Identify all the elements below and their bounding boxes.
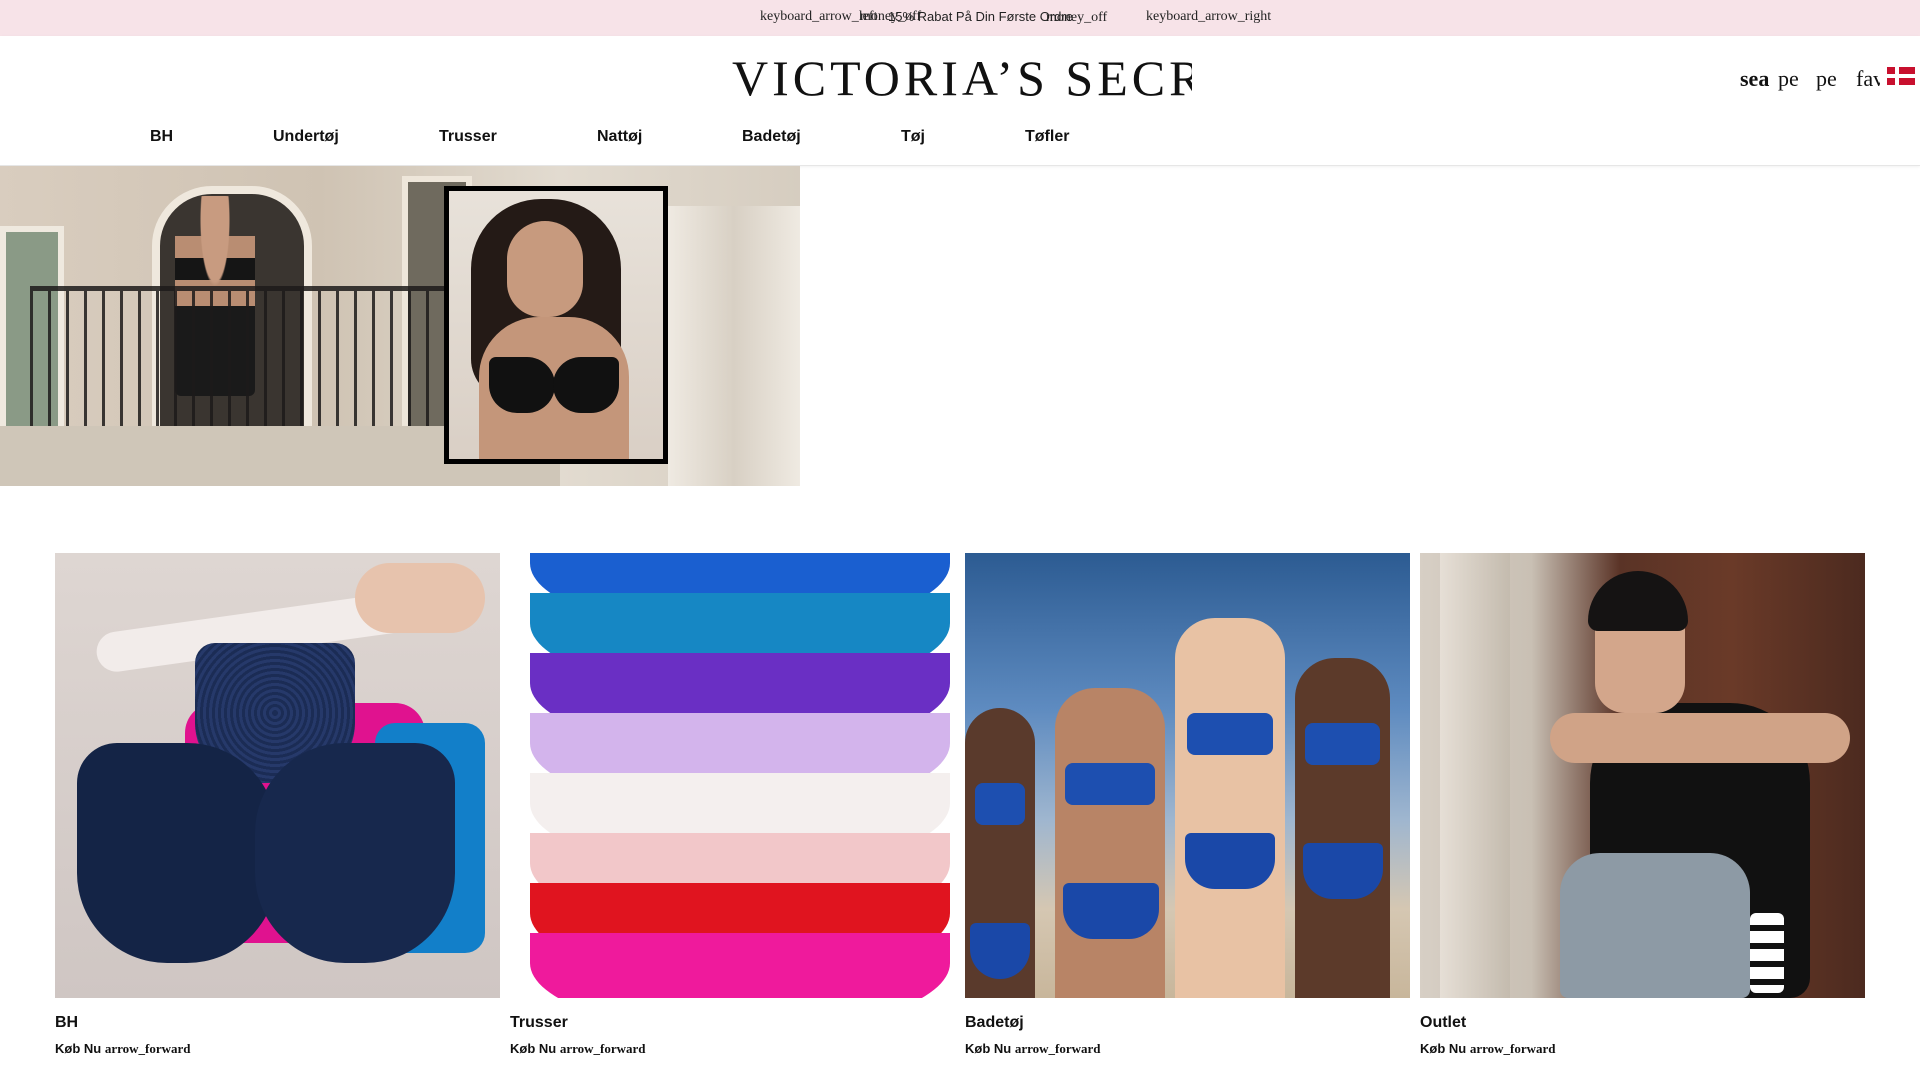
bikini-top-1 xyxy=(975,783,1025,825)
nav-item-nattoj[interactable]: Nattøj xyxy=(597,128,642,146)
shop-now-link[interactable]: Køb Nu arrow_forward xyxy=(510,1041,646,1057)
nav-item-undertoj[interactable]: Undertøj xyxy=(273,128,339,146)
arrow-forward-icon: arrow_forward xyxy=(559,1041,646,1056)
arrow-forward-icon: arrow_forward xyxy=(1469,1041,1556,1056)
hero-column xyxy=(668,206,800,486)
nav-item-toj[interactable]: Tøj xyxy=(901,128,925,146)
inset-bra-cup-left xyxy=(489,357,555,413)
category-title[interactable]: Badetøj xyxy=(965,1014,1024,1032)
model-4 xyxy=(1295,658,1390,998)
bikini-bottom-2 xyxy=(1063,883,1159,939)
bikini-top-4 xyxy=(1305,723,1380,765)
nav-item-bh[interactable]: BH xyxy=(150,128,173,146)
category-image-badetoj[interactable] xyxy=(965,553,1410,998)
shop-now-label: Køb Nu xyxy=(1420,1041,1467,1056)
brand-logo[interactable]: VICTORIA’S SECRET xyxy=(732,50,1192,106)
shop-now-link[interactable]: Køb Nu arrow_forward xyxy=(55,1041,191,1057)
promo-next-arrow[interactable]: keyboard_arrow_right xyxy=(1146,9,1271,25)
stone-column xyxy=(1440,553,1510,998)
category-title[interactable]: Trusser xyxy=(510,1014,568,1032)
category-title[interactable]: Outlet xyxy=(1420,1014,1466,1032)
hand xyxy=(355,563,485,633)
bikini-bottom-4 xyxy=(1303,843,1383,899)
category-image-bh[interactable] xyxy=(55,553,500,998)
category-image-outlet[interactable] xyxy=(1420,553,1865,998)
striped-sock xyxy=(1750,913,1784,993)
inset-bra-cup-right xyxy=(553,357,619,413)
inset-face xyxy=(507,221,583,317)
main-nav: BH Undertøj Trusser Nattøj Badetøj Tøj T… xyxy=(0,128,1920,158)
bikini-bottom-3 xyxy=(1185,833,1275,889)
hero-balcony-railing xyxy=(30,286,450,426)
bikini-top-2 xyxy=(1065,763,1155,805)
person-icon[interactable]: pe xyxy=(1778,64,1804,94)
hero-inset-photo xyxy=(444,186,668,464)
panty-magenta xyxy=(530,933,950,998)
nav-item-badetoj[interactable]: Badetøj xyxy=(742,128,801,146)
money-off-icon-2: money_off xyxy=(1046,10,1108,25)
navy-cup-right xyxy=(255,743,455,963)
navy-cup-left xyxy=(77,743,277,963)
tote-bag xyxy=(1560,853,1750,998)
arrow-forward-icon: arrow_forward xyxy=(104,1041,191,1056)
shop-now-label: Køb Nu xyxy=(510,1041,557,1056)
promo-bar: keyboard_arrow_left money_off 15% Rabat … xyxy=(0,0,1920,36)
model-hair xyxy=(1588,571,1688,631)
shop-now-label: Køb Nu xyxy=(55,1041,102,1056)
denmark-flag-icon[interactable] xyxy=(1887,67,1915,85)
search-icon[interactable]: sea xyxy=(1740,64,1774,94)
person-icon-2[interactable]: pe xyxy=(1816,64,1842,94)
bikini-top-3 xyxy=(1187,713,1273,755)
model-arms xyxy=(1550,713,1850,763)
site-header: VICTORIA’S SECRET sea pe pe fav BH Under… xyxy=(0,36,1920,166)
nav-item-tofler[interactable]: Tøfler xyxy=(1025,128,1069,146)
shop-now-link[interactable]: Køb Nu arrow_forward xyxy=(965,1041,1101,1057)
shop-now-label: Køb Nu xyxy=(965,1041,1012,1056)
nav-item-trusser[interactable]: Trusser xyxy=(439,128,497,146)
model-2 xyxy=(1055,688,1165,998)
category-image-trusser[interactable] xyxy=(510,553,955,998)
category-title[interactable]: BH xyxy=(55,1014,78,1032)
favorites-icon[interactable]: fav xyxy=(1856,64,1880,94)
model-3 xyxy=(1175,618,1285,998)
arrow-forward-icon: arrow_forward xyxy=(1014,1041,1101,1056)
shop-now-link[interactable]: Køb Nu arrow_forward xyxy=(1420,1041,1556,1057)
hero-banner[interactable] xyxy=(0,166,800,486)
